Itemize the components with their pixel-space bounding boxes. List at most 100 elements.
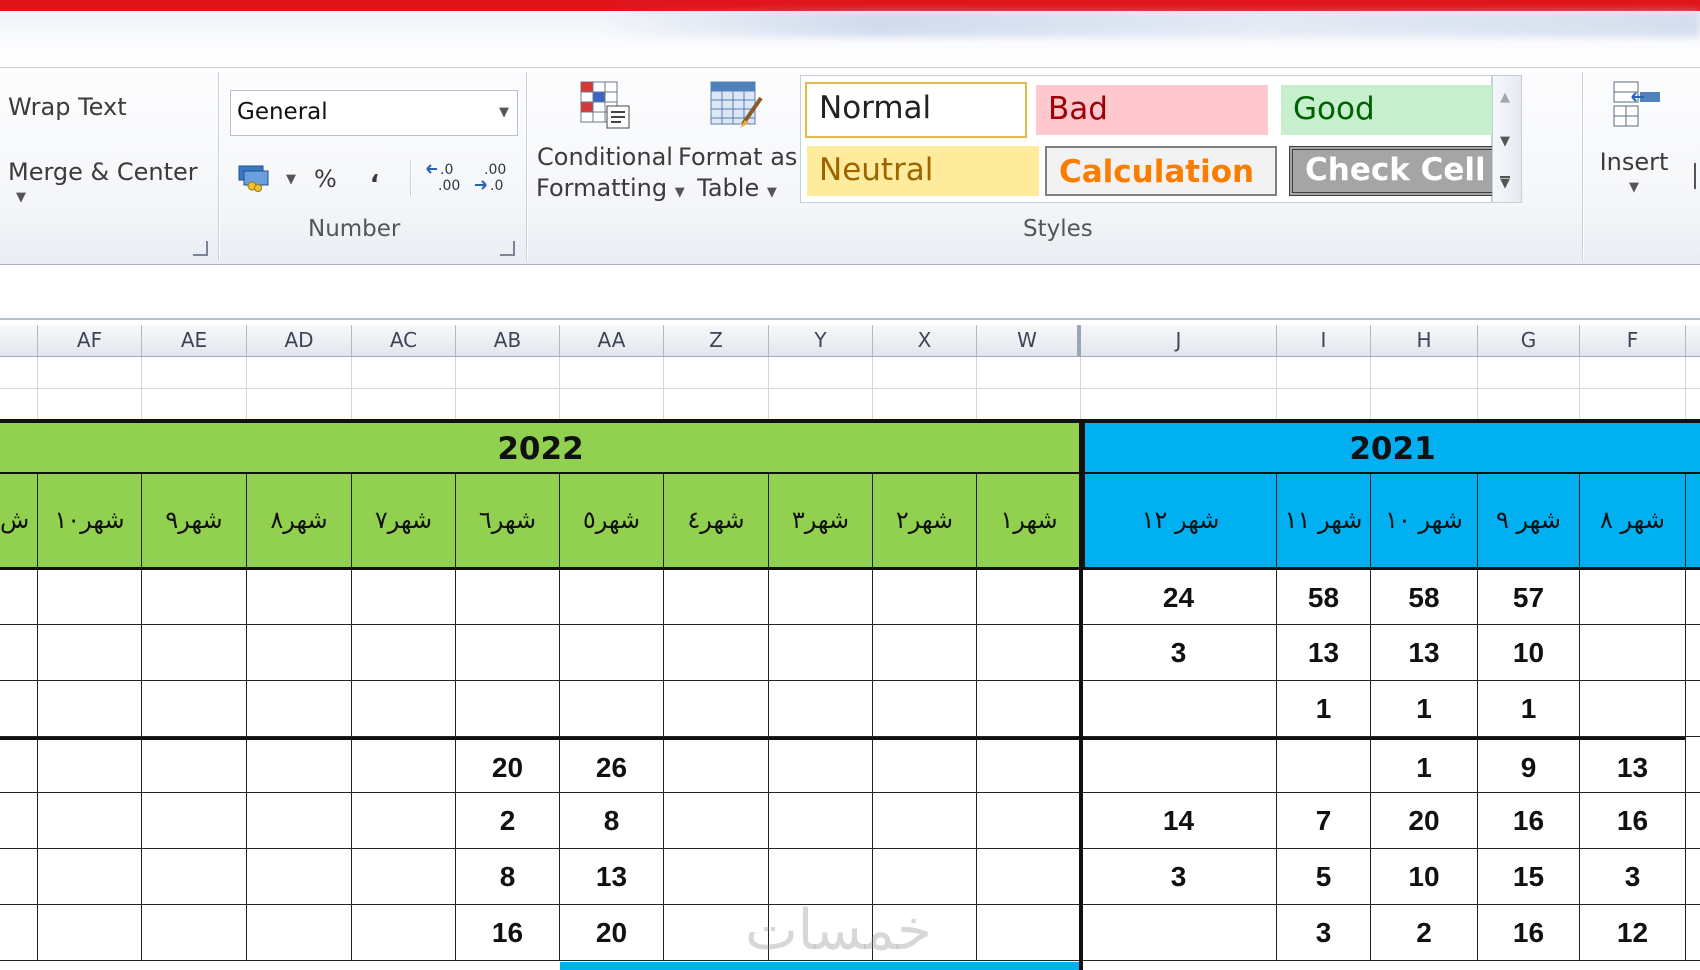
table-cell[interactable]: 8 <box>560 793 664 849</box>
column-header[interactable]: J <box>1081 325 1277 356</box>
table-cell[interactable] <box>769 793 873 849</box>
month-header[interactable]: شهر١٠ <box>38 474 142 567</box>
table-cell[interactable]: 9 <box>1478 737 1580 793</box>
column-header[interactable]: AF <box>38 325 142 356</box>
table-cell[interactable] <box>142 681 247 737</box>
alignment-dialog-launcher-icon[interactable] <box>193 241 208 256</box>
month-header[interactable]: شهر ٩ <box>1478 474 1580 567</box>
table-cell[interactable]: 3 <box>1277 905 1371 961</box>
table-cell-partial[interactable] <box>0 625 38 681</box>
table-cell[interactable]: 16 <box>1478 905 1580 961</box>
table-cell[interactable] <box>247 570 352 625</box>
table-cell[interactable] <box>769 849 873 905</box>
table-cell[interactable]: 14 <box>1081 793 1277 849</box>
table-cell[interactable]: 3 <box>1580 849 1686 905</box>
table-cell[interactable] <box>873 737 977 793</box>
table-cell[interactable] <box>142 849 247 905</box>
month-header-partial[interactable]: ش <box>0 474 38 567</box>
accounting-format-icon[interactable] <box>238 162 272 192</box>
table-cell-partial[interactable] <box>0 905 38 961</box>
table-cell[interactable] <box>1580 625 1686 681</box>
style-calculation[interactable]: Calculation <box>1045 146 1277 196</box>
table-cell-partial[interactable] <box>1686 681 1700 737</box>
column-header[interactable]: I <box>1277 325 1371 356</box>
month-header[interactable]: شهر١ <box>977 474 1081 567</box>
table-cell[interactable] <box>142 570 247 625</box>
table-cell[interactable] <box>873 570 977 625</box>
table-cell[interactable] <box>352 570 456 625</box>
column-header[interactable]: AD <box>247 325 352 356</box>
column-header[interactable]: Y <box>769 325 873 356</box>
table-cell[interactable] <box>664 849 769 905</box>
table-cell[interactable] <box>664 625 769 681</box>
merge-center-button[interactable]: Merge & Center ▼ <box>8 158 218 205</box>
column-header[interactable]: AE <box>142 325 247 356</box>
table-cell[interactable]: 13 <box>1371 625 1478 681</box>
wrap-text-button[interactable]: Wrap Text <box>8 93 127 121</box>
table-cell[interactable] <box>352 737 456 793</box>
column-header[interactable]: F <box>1580 325 1686 356</box>
month-header[interactable]: شهر ١٠ <box>1371 474 1478 567</box>
table-cell[interactable]: 3 <box>1081 849 1277 905</box>
increase-decimal-icon[interactable]: .0 .00 <box>426 160 462 194</box>
gallery-more-icon[interactable]: ▼ <box>1500 176 1510 190</box>
table-cell[interactable]: 58 <box>1371 570 1478 625</box>
table-cell[interactable] <box>38 905 142 961</box>
table-cell[interactable] <box>664 681 769 737</box>
table-cell[interactable] <box>38 737 142 793</box>
table-cell[interactable] <box>247 737 352 793</box>
column-header[interactable]: W <box>977 325 1081 356</box>
table-cell[interactable]: 13 <box>1580 737 1686 793</box>
formula-bar[interactable] <box>0 266 1700 320</box>
table-cell[interactable]: 26 <box>560 737 664 793</box>
table-cell[interactable] <box>769 681 873 737</box>
style-good[interactable]: Good <box>1281 85 1515 135</box>
table-cell[interactable] <box>873 793 977 849</box>
column-header[interactable]: G <box>1478 325 1580 356</box>
month-header[interactable]: شهر٦ <box>456 474 560 567</box>
table-cell-partial[interactable] <box>1686 737 1700 793</box>
decrease-decimal-icon[interactable]: .00 .0 <box>474 160 510 194</box>
table-cell[interactable] <box>352 905 456 961</box>
table-cell[interactable] <box>142 737 247 793</box>
table-cell-partial[interactable] <box>1686 849 1700 905</box>
table-cell[interactable] <box>977 737 1081 793</box>
scroll-up-icon[interactable]: ▲ <box>1500 90 1510 105</box>
table-cell[interactable] <box>142 625 247 681</box>
month-header[interactable]: شهر ١٢ <box>1081 474 1277 567</box>
number-format-combo[interactable]: General ▼ <box>230 90 518 136</box>
format-as-table-button[interactable]: Format as Table ▼ <box>678 78 797 228</box>
table-cell-partial[interactable] <box>0 793 38 849</box>
table-cell[interactable]: 24 <box>1081 570 1277 625</box>
table-cell[interactable] <box>352 849 456 905</box>
table-cell[interactable]: 10 <box>1371 849 1478 905</box>
table-cell[interactable] <box>38 793 142 849</box>
style-normal[interactable]: Normal <box>805 82 1027 138</box>
table-cell[interactable]: 16 <box>456 905 560 961</box>
table-cell-partial[interactable] <box>1686 625 1700 681</box>
table-cell[interactable] <box>38 625 142 681</box>
table-cell[interactable] <box>873 681 977 737</box>
table-cell[interactable]: 1 <box>1277 681 1371 737</box>
table-cell[interactable]: 15 <box>1478 849 1580 905</box>
table-cell[interactable] <box>977 849 1081 905</box>
conditional-formatting-button[interactable]: Conditional Formatting ▼ <box>536 78 685 228</box>
table-cell[interactable] <box>664 570 769 625</box>
table-cell[interactable] <box>456 625 560 681</box>
month-header[interactable]: شهر٧ <box>352 474 456 567</box>
table-cell[interactable]: 2 <box>1371 905 1478 961</box>
table-cell[interactable]: 16 <box>1478 793 1580 849</box>
table-cell[interactable]: 5 <box>1277 849 1371 905</box>
style-neutral[interactable]: Neutral <box>807 146 1039 196</box>
table-cell[interactable] <box>560 625 664 681</box>
number-dialog-launcher-icon[interactable] <box>500 241 515 256</box>
month-header[interactable]: شهر٩ <box>142 474 247 567</box>
table-cell[interactable] <box>769 625 873 681</box>
table-cell-partial[interactable] <box>0 737 38 793</box>
column-header-partial[interactable] <box>1686 325 1700 356</box>
month-header[interactable]: شهر٨ <box>247 474 352 567</box>
column-header[interactable]: AA <box>560 325 664 356</box>
month-header-partial[interactable] <box>1686 474 1700 567</box>
column-header[interactable]: H <box>1371 325 1478 356</box>
table-cell[interactable]: 57 <box>1478 570 1580 625</box>
